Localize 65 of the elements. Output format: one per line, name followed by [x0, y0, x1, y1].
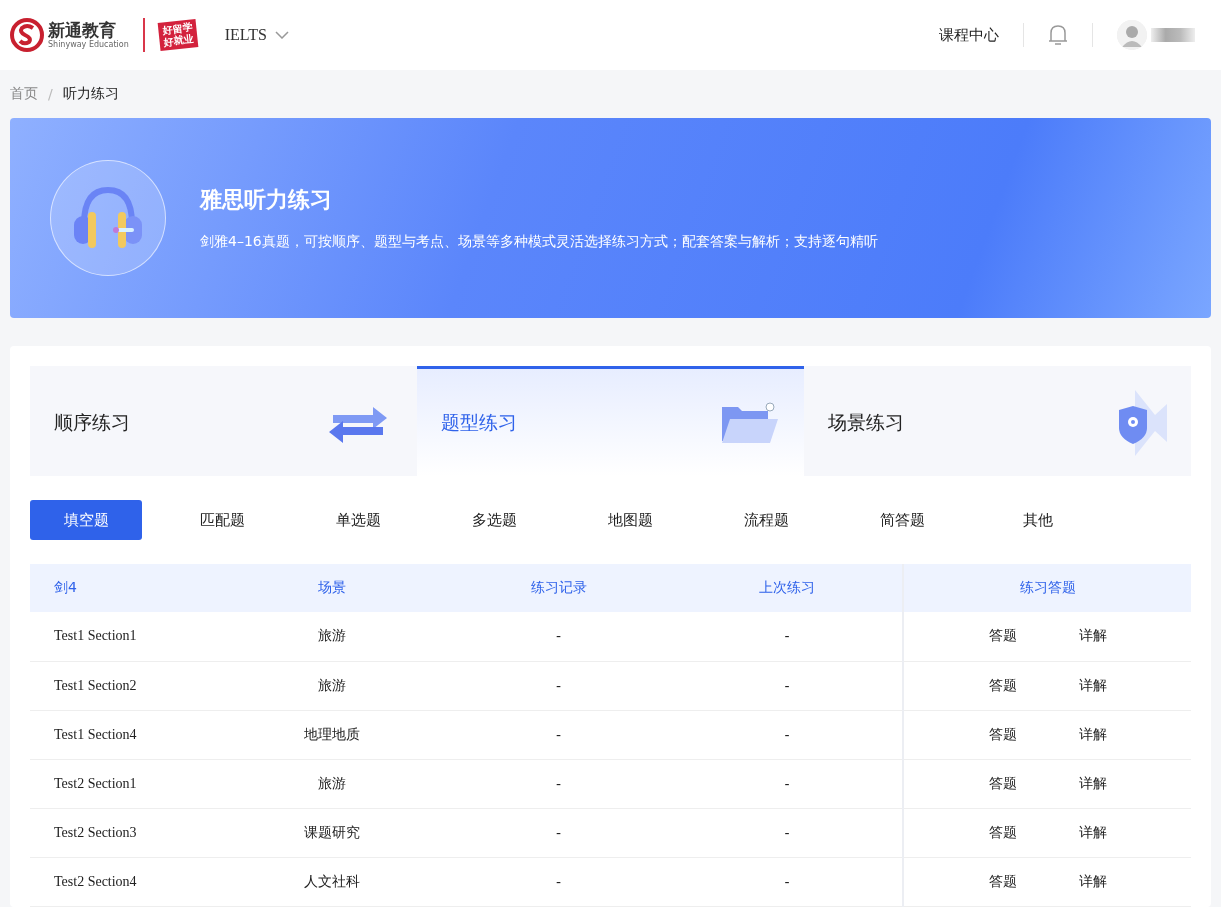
action-link[interactable]: 答题: [988, 872, 1017, 891]
mode-tab[interactable]: 场景练习: [804, 366, 1191, 476]
action-link[interactable]: 详解: [1078, 774, 1107, 793]
blurred-name: [1151, 28, 1195, 42]
logo-subtitle: Shinyway Education: [48, 40, 129, 50]
action-link[interactable]: 详解: [1078, 676, 1107, 695]
table-cell: Test2 Section4: [30, 857, 218, 906]
banner-description: 剑雅4–16真题，可按顺序、题型与考点、场景等多种模式灵活选择练习方式；配套答案与解析；支持逐句精听: [200, 233, 878, 251]
banner-title: 雅思听力练习: [200, 186, 333, 214]
action-link[interactable]: 答题: [988, 627, 1017, 646]
table-cell: Test1 Section1: [30, 612, 218, 661]
table-cell: -: [672, 759, 903, 808]
question-type-tab[interactable]: 匹配题: [166, 500, 278, 540]
table-cell: -: [445, 808, 673, 857]
action-link[interactable]: 答题: [988, 676, 1017, 695]
slogan-badge: 好留学 好就业: [157, 19, 199, 51]
table-cell: -: [445, 857, 673, 906]
mode-tab[interactable]: 顺序练习: [30, 366, 417, 476]
folder-icon: [720, 400, 780, 445]
question-type-tab[interactable]: 地图题: [574, 500, 686, 540]
table-cell: Test2 Section3: [30, 808, 218, 857]
action-link[interactable]: 详解: [1078, 725, 1107, 744]
question-type-tab[interactable]: 单选题: [302, 500, 414, 540]
column-header: 上次练习: [672, 564, 903, 612]
breadcrumb-current: 听力练习: [62, 85, 119, 103]
action-link[interactable]: 详解: [1078, 627, 1107, 646]
table-cell: -: [672, 612, 903, 661]
table-cell: Test1 Section4: [30, 710, 218, 759]
action-link[interactable]: 答题: [988, 774, 1017, 793]
table-cell: 地理地质: [218, 710, 445, 759]
action-link[interactable]: 答题: [988, 725, 1017, 744]
logo-icon: [10, 18, 44, 52]
breadcrumb-separator: /: [48, 86, 53, 102]
nav-link[interactable]: 课程中心: [939, 25, 999, 45]
column-header: 场景: [218, 564, 445, 612]
table-cell: -: [445, 661, 673, 710]
exam-dropdown[interactable]: IELTS: [224, 26, 289, 44]
action-link[interactable]: 详解: [1078, 823, 1107, 842]
table-cell: -: [672, 857, 903, 906]
table-cell: -: [672, 710, 903, 759]
column-header: 剑4: [30, 564, 218, 612]
table-cell: 旅游: [218, 612, 445, 661]
column-header: 练习记录: [445, 564, 673, 612]
question-type-tab[interactable]: 多选题: [438, 500, 550, 540]
table-cell: 课题研究: [218, 808, 445, 857]
table-cell: -: [445, 612, 673, 661]
table-cell: Test1 Section2: [30, 661, 218, 710]
logo-text: 新通教育: [48, 20, 117, 40]
table-cell: -: [445, 759, 673, 808]
question-type-tab[interactable]: 简答题: [846, 500, 958, 540]
table-cell: 人文社科: [218, 857, 445, 906]
question-type-tab[interactable]: 填空题: [30, 500, 142, 540]
table-cell: -: [672, 808, 903, 857]
column-header: 练习答题: [903, 564, 1191, 612]
table-cell: -: [672, 661, 903, 710]
bell-icon[interactable]: [1048, 24, 1068, 46]
action-link[interactable]: 答题: [988, 823, 1017, 842]
table-cell: 旅游: [218, 759, 445, 808]
table-cell: -: [445, 710, 673, 759]
question-type-tab[interactable]: 流程题: [710, 500, 822, 540]
table-cell: 旅游: [218, 661, 445, 710]
chevron-down-icon: [274, 31, 289, 39]
table-cell: Test2 Section1: [30, 759, 218, 808]
action-link[interactable]: 详解: [1078, 872, 1107, 891]
question-type-tab[interactable]: 其他: [982, 500, 1094, 540]
